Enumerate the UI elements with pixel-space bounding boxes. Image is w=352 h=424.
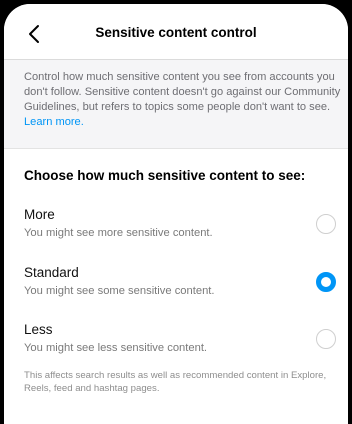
learn-more-link[interactable]: Learn more. xyxy=(24,116,84,128)
nav-header: Sensitive content control xyxy=(4,4,348,60)
intro-panel: Control how much sensitive content you s… xyxy=(4,60,348,149)
option-more[interactable]: More You might see more sensitive conten… xyxy=(4,207,348,251)
footnote: This affects search results as well as r… xyxy=(24,370,327,394)
option-less[interactable]: Less You might see less sensitive conten… xyxy=(4,322,348,366)
intro-text: Control how much sensitive content you s… xyxy=(24,71,341,113)
page-title: Sensitive content control xyxy=(95,25,257,40)
option-standard[interactable]: Standard You might see some sensitive co… xyxy=(4,265,348,309)
option-description: You might see less sensitive content. xyxy=(24,342,208,354)
option-description: You might see some sensitive content. xyxy=(24,285,215,297)
option-title: More xyxy=(24,207,55,222)
settings-screen: Sensitive content control Control how mu… xyxy=(4,4,348,424)
radio-standard[interactable] xyxy=(316,272,336,292)
intro-description: Control how much sensitive content you s… xyxy=(24,70,342,130)
option-description: You might see more sensitive content. xyxy=(24,227,213,239)
option-title: Standard xyxy=(24,265,79,280)
radio-more[interactable] xyxy=(316,214,336,234)
radio-less[interactable] xyxy=(316,329,336,349)
option-title: Less xyxy=(24,322,53,337)
section-heading: Choose how much sensitive content to see… xyxy=(24,168,306,183)
